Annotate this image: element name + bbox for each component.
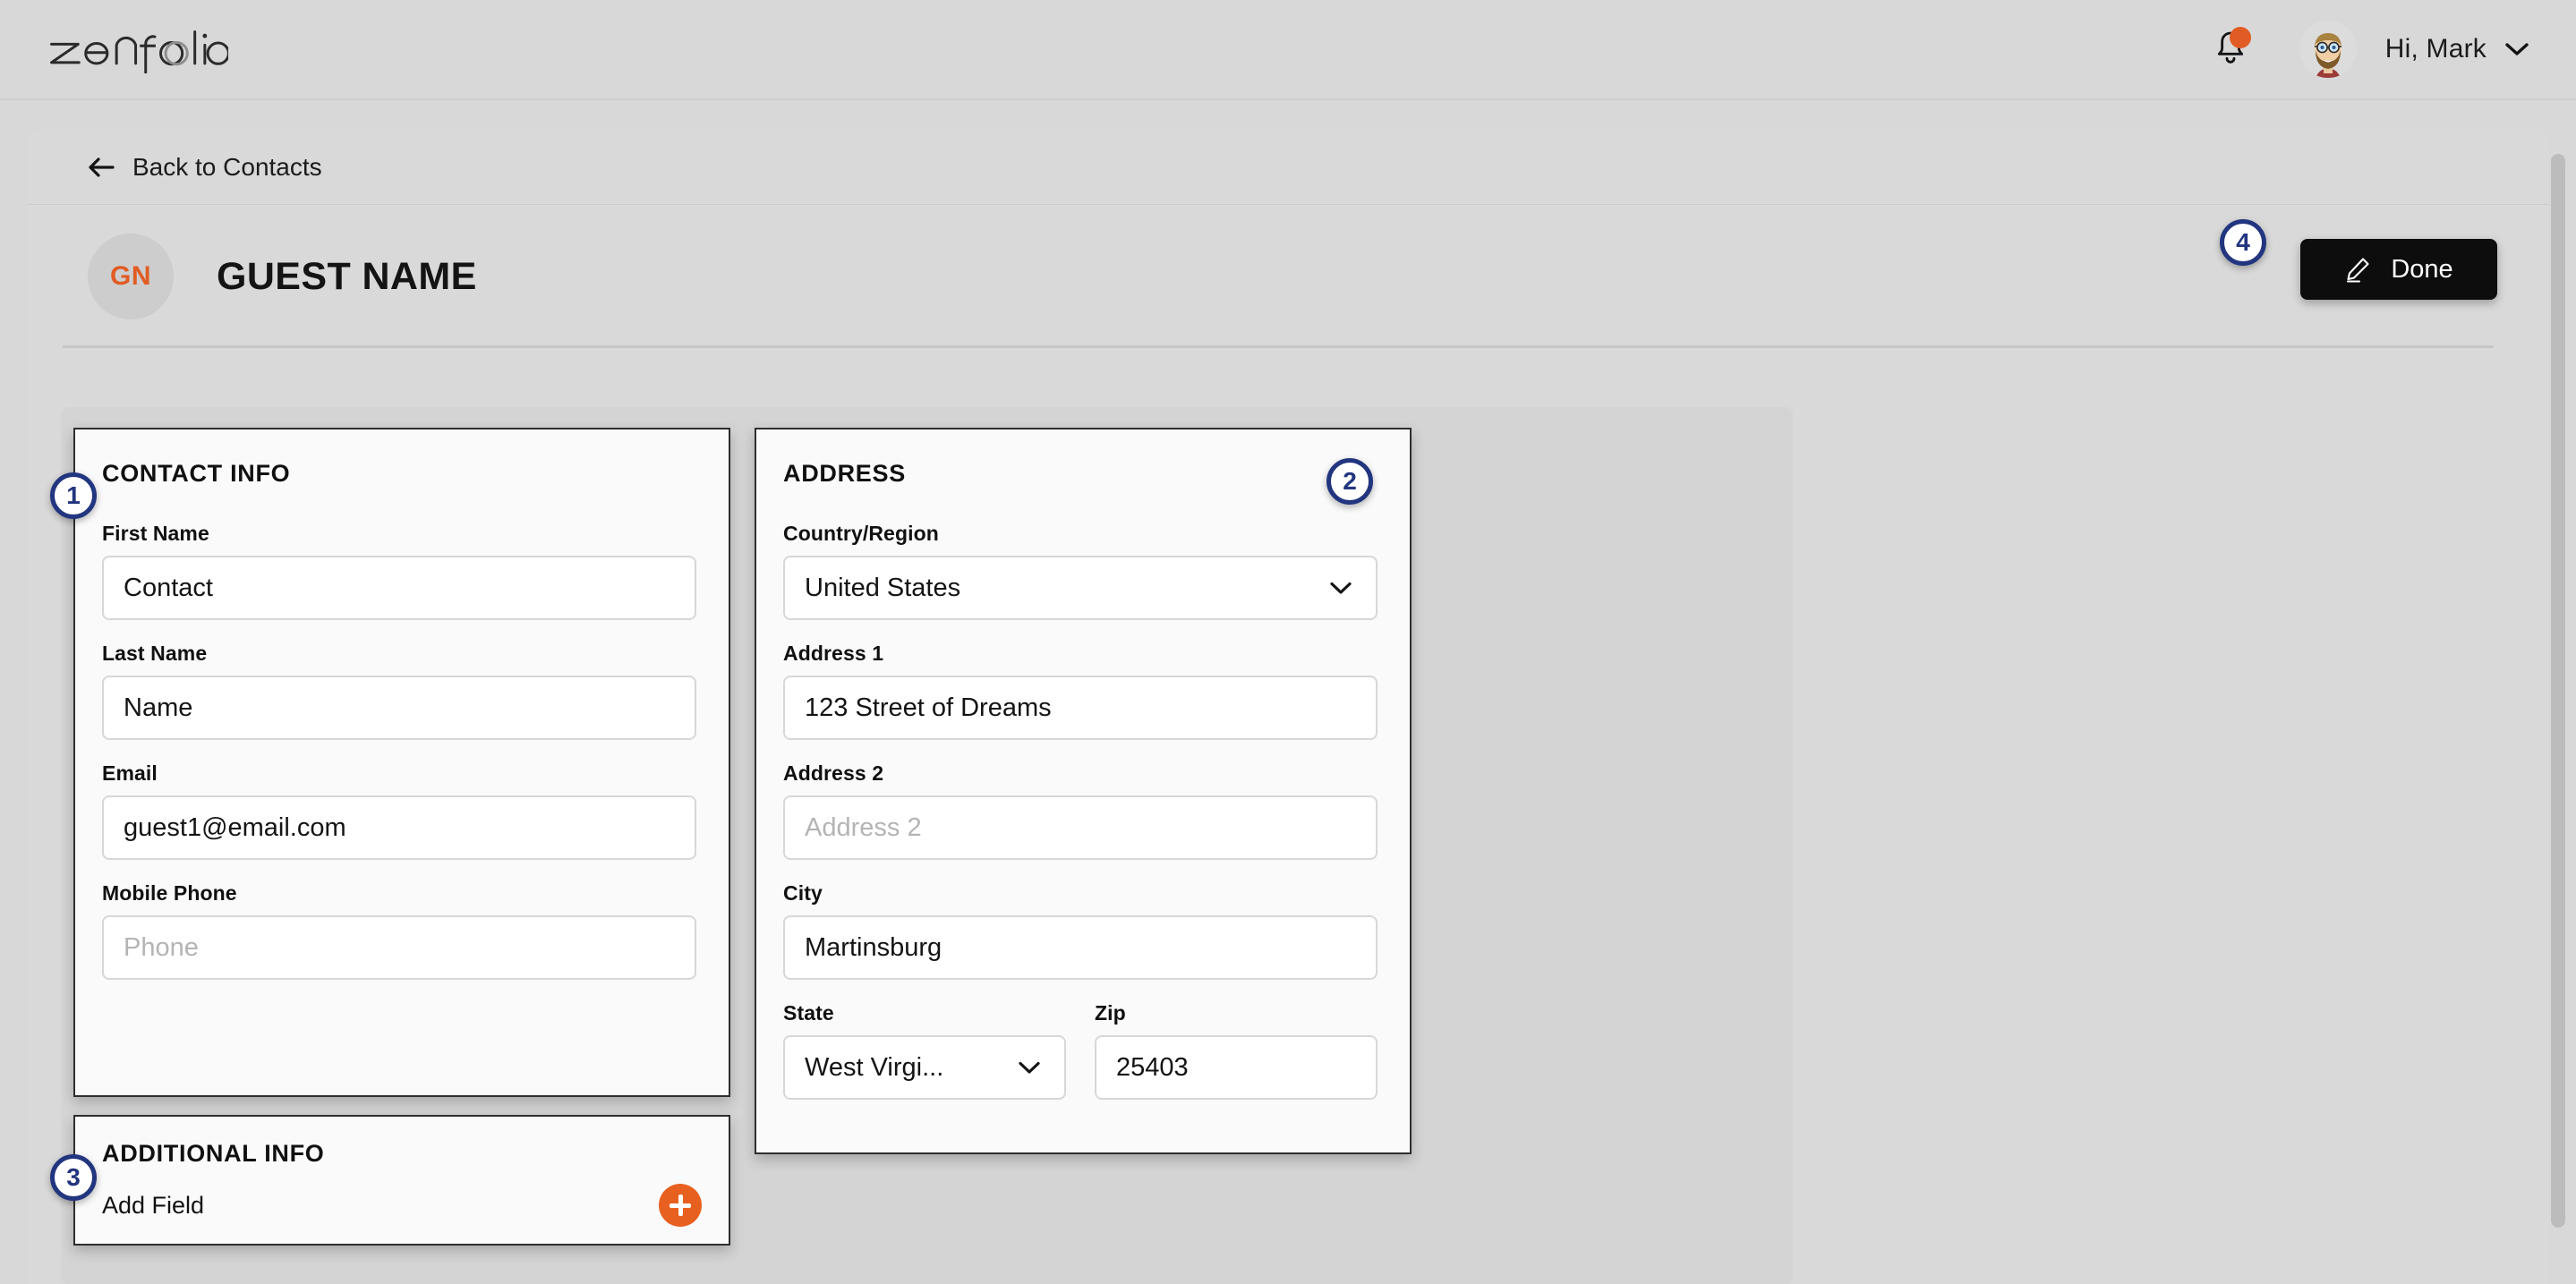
zip-label: Zip (1095, 1001, 1126, 1025)
first-name-field-group: First Name Contact (102, 522, 696, 620)
add-field-label: Add Field (102, 1191, 205, 1219)
state-select-value: West Virgi... (805, 1052, 944, 1082)
back-to-contacts-label: Back to Contacts (132, 152, 322, 181)
add-field-plus-button[interactable] (659, 1184, 702, 1227)
chevron-down-icon (1330, 582, 1352, 594)
annotation-badge-1: 1 (50, 472, 97, 519)
annotation-badge-4: 4 (2220, 219, 2266, 266)
arrow-left-icon (89, 157, 115, 177)
chevron-down-icon (2505, 43, 2529, 55)
contact-initials-avatar: GN (88, 234, 174, 319)
mobile-phone-field-group: Mobile Phone Phone (102, 881, 696, 980)
first-name-input[interactable]: Contact (102, 556, 696, 620)
last-name-input[interactable]: Name (102, 676, 696, 740)
state-zip-row: State West Virgi... Zip 25403 (783, 1001, 1378, 1121)
done-button[interactable]: Done (2300, 239, 2497, 300)
page-title: GUEST NAME (217, 254, 477, 298)
state-label: State (783, 1001, 834, 1025)
country-label: Country/Region (783, 522, 939, 545)
header-divider (63, 345, 2494, 348)
pencil-icon (2347, 258, 2369, 283)
country-select-value: United States (805, 573, 961, 602)
city-label: City (783, 881, 823, 905)
email-field-group: Email guest1@email.com (102, 761, 696, 860)
top-bar: Hi, Mark (0, 0, 2576, 100)
last-name-label: Last Name (102, 642, 208, 665)
done-button-label: Done (2391, 254, 2453, 284)
country-field-group: Country/Region United States (783, 522, 1378, 620)
zip-field-group: Zip 25403 (1095, 1001, 1378, 1121)
back-to-contacts-link[interactable]: Back to Contacts (88, 153, 322, 182)
page-scrollbar-thumb[interactable] (2551, 154, 2565, 1228)
address2-field-group: Address 2 Address 2 (783, 761, 1378, 860)
address2-label: Address 2 (783, 761, 884, 785)
email-label: Email (102, 761, 158, 785)
contact-info-title: CONTACT INFO (102, 460, 291, 487)
address1-label: Address 1 (783, 642, 884, 665)
mobile-phone-input[interactable]: Phone (102, 915, 696, 980)
contact-info-panel: CONTACT INFO First Name Contact Last Nam… (73, 428, 730, 1097)
address1-input[interactable]: 123 Street of Dreams (783, 676, 1378, 740)
notifications-button[interactable] (2203, 21, 2258, 77)
annotation-badge-3: 3 (50, 1154, 97, 1201)
mobile-phone-label: Mobile Phone (102, 881, 237, 905)
add-field-row[interactable]: Add Field (102, 1184, 702, 1227)
avatar-illustration (2299, 21, 2357, 78)
annotation-badge-2: 2 (1326, 458, 1373, 505)
contact-info-body: CONTACT INFO First Name Contact Last Nam… (75, 429, 729, 1026)
country-select[interactable]: United States (783, 556, 1378, 620)
first-name-label: First Name (102, 522, 209, 545)
last-name-field-group: Last Name Name (102, 642, 696, 740)
city-field-group: City Martinsburg (783, 881, 1378, 980)
city-input[interactable]: Martinsburg (783, 915, 1378, 980)
state-field-group: State West Virgi... (783, 1001, 1066, 1121)
address-body: ADDRESS Country/Region United States Add… (756, 429, 1410, 1146)
address-panel: ADDRESS Country/Region United States Add… (755, 428, 1412, 1154)
address1-field-group: Address 1 123 Street of Dreams (783, 642, 1378, 740)
notification-dot (2229, 27, 2251, 48)
user-greeting-label: Hi, Mark (2384, 34, 2486, 64)
chevron-down-icon (1019, 1061, 1040, 1074)
additional-info-panel: ADDITIONAL INFO Add Field (73, 1115, 730, 1246)
additional-info-body: ADDITIONAL INFO Add Field (75, 1117, 729, 1245)
email-input[interactable]: guest1@email.com (102, 795, 696, 860)
top-bar-actions: Hi, Mark (2203, 21, 2529, 78)
user-menu[interactable]: Hi, Mark (2385, 34, 2529, 64)
address-title: ADDRESS (783, 460, 906, 487)
address2-input[interactable]: Address 2 (783, 795, 1378, 860)
zenfolio-logo[interactable] (45, 25, 228, 73)
state-select[interactable]: West Virgi... (783, 1035, 1066, 1100)
page-header-row: GN GUEST NAME Done (27, 205, 2549, 348)
contact-initials-label: GN (110, 261, 151, 291)
zenfolio-logo-mark (50, 30, 228, 73)
back-nav-row: Back to Contacts (27, 130, 2549, 205)
zip-input[interactable]: 25403 (1095, 1035, 1378, 1100)
user-avatar[interactable] (2299, 21, 2357, 78)
additional-info-title: ADDITIONAL INFO (102, 1140, 325, 1167)
